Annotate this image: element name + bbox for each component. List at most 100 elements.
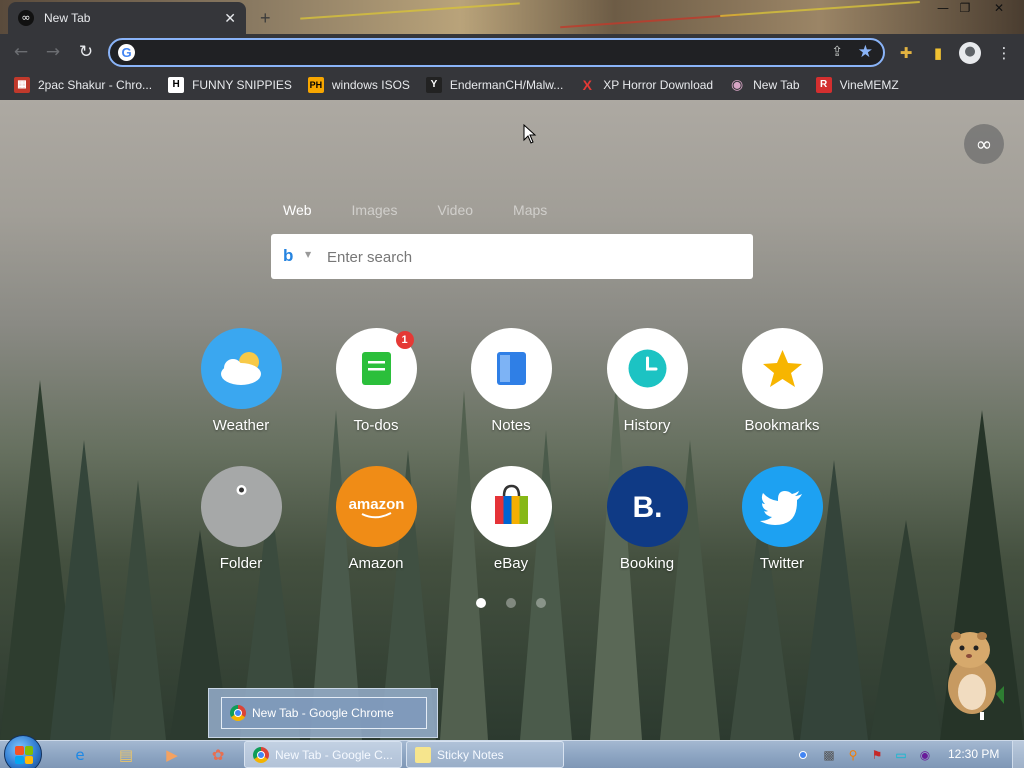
- booking-wordmark: B.: [632, 491, 662, 524]
- shortcut-twitter[interactable]: Twitter: [732, 466, 832, 572]
- shortcut-folder[interactable]: Folder: [191, 466, 291, 572]
- window-titlebar: ∞ New Tab ✕ + — ❐ ✕: [0, 0, 1024, 34]
- window-close-button[interactable]: ✕: [984, 0, 1014, 18]
- shortcut-label: To-dos: [353, 417, 399, 434]
- clock[interactable]: 12:30 PM: [948, 747, 999, 761]
- tab-images[interactable]: Images: [352, 202, 398, 218]
- preview-window-title[interactable]: New Tab - Google Chrome: [221, 697, 427, 729]
- media-player-icon[interactable]: ▶: [160, 743, 184, 767]
- weather-icon: [200, 328, 282, 409]
- bookmark-item[interactable]: ▦ 2pac Shakur - Chro...: [14, 77, 152, 93]
- side-panel-icon[interactable]: ▮: [928, 43, 948, 63]
- windows-taskbar: e ▤ ▶ ✿ New Tab - Google C... Sticky Not…: [0, 735, 1024, 768]
- wallpaper-streak: [560, 13, 740, 29]
- menu-kebab-icon[interactable]: ⋮: [994, 43, 1014, 63]
- new-tab-button[interactable]: +: [260, 8, 271, 29]
- shortcut-amazon[interactable]: amazon Amazon: [326, 466, 426, 572]
- infinity-settings-button[interactable]: ∞: [964, 124, 1004, 164]
- shortcut-label: History: [623, 417, 671, 434]
- bookmark-label: windows ISOS: [331, 78, 410, 92]
- action-center-flag-icon[interactable]: ⚑: [868, 746, 886, 764]
- shortcut-label: Bookmarks: [744, 417, 820, 434]
- forward-button[interactable]: →: [42, 42, 64, 64]
- hamster-desktop-pet-icon[interactable]: [940, 616, 1006, 720]
- bookmark-item[interactable]: PH windows ISOS: [307, 77, 410, 93]
- amazon-logo-icon: amazon: [335, 466, 417, 547]
- reload-button[interactable]: ↻: [75, 42, 97, 64]
- app-pinned-icon[interactable]: ✿: [206, 743, 230, 767]
- booking-logo-icon: B.: [606, 466, 688, 547]
- start-button[interactable]: [4, 735, 42, 768]
- chevron-down-icon[interactable]: ▼: [305, 250, 311, 259]
- tab-video[interactable]: Video: [437, 202, 473, 218]
- tab-maps[interactable]: Maps: [513, 202, 547, 218]
- bookmark-label: EndermanCH/Malw...: [449, 78, 564, 92]
- bookmark-item[interactable]: X XP Horror Download: [579, 77, 714, 93]
- profile-avatar-icon[interactable]: ●: [959, 42, 981, 64]
- internet-explorer-icon[interactable]: e: [68, 743, 92, 767]
- bookmark-label: FUNNY SNIPPIES: [192, 78, 292, 92]
- bookmark-item[interactable]: H FUNNY SNIPPIES: [168, 77, 292, 93]
- browser-toolbar: ← → ↻ G ⇪ ★ ✚ ▮ ● ⋮: [0, 34, 1024, 70]
- twitter-bird-icon: [741, 466, 823, 547]
- shortcut-label: Weather: [212, 417, 270, 434]
- shortcut-history[interactable]: History: [597, 328, 697, 434]
- bookmark-item[interactable]: ◉ New Tab: [729, 77, 800, 93]
- tab-web[interactable]: Web: [283, 202, 312, 218]
- restore-button[interactable]: ❐: [950, 0, 980, 18]
- taskbar-thumbnail-preview[interactable]: New Tab - Google Chrome: [208, 688, 438, 738]
- show-desktop-button[interactable]: [1012, 741, 1024, 768]
- new-tab-page: ∞ Web Images Video Maps b ▼ Weather 1: [0, 100, 1024, 740]
- bookmark-favicon-icon: ◉: [731, 77, 744, 93]
- shortcut-label: Booking: [619, 555, 675, 572]
- folder-icon: [200, 466, 282, 547]
- search-tray-icon[interactable]: ⚲: [844, 746, 862, 764]
- bookmark-label: New Tab: [753, 78, 800, 92]
- shortcut-notes[interactable]: Notes: [461, 328, 561, 434]
- search-input[interactable]: [327, 246, 727, 268]
- page-dot[interactable]: [506, 598, 516, 608]
- bookmark-favicon-icon: H: [168, 77, 185, 93]
- shortcut-bookmarks[interactable]: Bookmarks: [732, 328, 832, 434]
- shortcut-ebay[interactable]: eBay: [461, 466, 561, 572]
- shortcut-weather[interactable]: Weather: [191, 328, 291, 434]
- search-type-tabs: Web Images Video Maps: [283, 202, 587, 218]
- tab-close-icon[interactable]: ✕: [224, 10, 236, 27]
- bookmark-favicon-icon: Y: [425, 77, 442, 93]
- bookmark-item[interactable]: Y EndermanCH/Malw...: [425, 77, 564, 93]
- shortcut-booking[interactable]: B. Booking: [597, 466, 697, 572]
- search-box: b ▼: [271, 234, 753, 279]
- todos-icon: 1: [335, 328, 417, 409]
- page-indicator: [476, 598, 546, 608]
- address-bar[interactable]: G ⇪ ★: [108, 38, 885, 67]
- chrome-icon: [253, 746, 269, 763]
- amazon-wordmark: amazon: [348, 496, 404, 513]
- ebay-bag-icon: [470, 466, 552, 547]
- display-tray-icon[interactable]: ▭: [892, 746, 910, 764]
- address-input[interactable]: [142, 43, 802, 63]
- sticky-notes-icon: [415, 746, 431, 763]
- share-icon[interactable]: ⇪: [831, 44, 843, 60]
- bookmark-star-icon[interactable]: ★: [858, 42, 873, 62]
- windows-logo-icon: [15, 746, 33, 764]
- wallpaper-streak: [300, 2, 520, 20]
- browser-tab[interactable]: ∞ New Tab ✕: [8, 2, 246, 34]
- todos-badge: 1: [395, 331, 414, 349]
- page-dot[interactable]: [476, 598, 486, 608]
- taskbar-button-sticky-notes[interactable]: Sticky Notes: [406, 741, 564, 768]
- tab-favicon-icon: ∞: [18, 10, 34, 26]
- file-explorer-icon[interactable]: ▤: [114, 743, 138, 767]
- app-tray-icon[interactable]: ◉: [916, 746, 934, 764]
- bookmark-favicon-icon: ▦: [14, 77, 30, 93]
- back-button[interactable]: ←: [10, 42, 32, 64]
- taskbar-button-label: Sticky Notes: [437, 747, 504, 762]
- bing-icon[interactable]: b: [283, 247, 297, 265]
- page-dot[interactable]: [536, 598, 546, 608]
- extensions-puzzle-icon[interactable]: ✚: [896, 43, 916, 63]
- shortcut-todos[interactable]: 1 To-dos: [326, 328, 426, 434]
- shortcut-label: Twitter: [759, 555, 805, 572]
- app-tray-icon[interactable]: ▩: [820, 746, 838, 764]
- taskbar-button-chrome[interactable]: New Tab - Google C...: [244, 741, 402, 768]
- bookmark-item[interactable]: R VineMEMZ: [815, 77, 899, 93]
- wallpaper-streak: [720, 1, 920, 17]
